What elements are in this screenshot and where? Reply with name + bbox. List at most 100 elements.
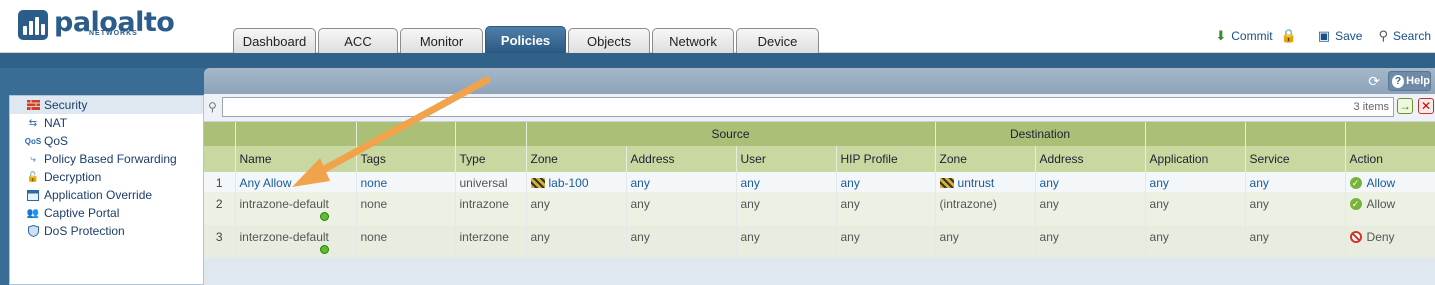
tags-value[interactable]: none [361, 176, 388, 190]
sidebar-item-dos-protection[interactable]: DoS Protection [10, 222, 203, 240]
group-header-destination: Destination [935, 122, 1146, 146]
application-cell: any [1145, 225, 1246, 258]
column-header-type[interactable]: Type [455, 146, 527, 172]
tags-cell: none [356, 172, 456, 192]
deny-icon [1349, 231, 1362, 243]
policies-sidebar: Security ⇆ NAT QoS QoS ⤷ Policy Based Fo… [9, 95, 204, 285]
destination-address-value[interactable]: any [1040, 176, 1059, 190]
column-header-service[interactable]: Service [1245, 146, 1346, 172]
clear-filter-button[interactable]: ✕ [1418, 98, 1434, 114]
commit-button[interactable]: ⬇ Commit 🔒 [1215, 28, 1301, 44]
group-header-empty [1145, 122, 1246, 146]
group-header-empty [1345, 122, 1435, 146]
refresh-icon[interactable]: ⟳ [1368, 73, 1380, 90]
column-header-source-zone[interactable]: Zone [526, 146, 627, 172]
sidebar-item-application-override[interactable]: Application Override [10, 186, 203, 204]
type-cell: universal [455, 172, 527, 192]
action-value: Deny [1366, 230, 1395, 244]
lock-icon[interactable]: 🔒 [1281, 28, 1297, 44]
sidebar-item-policy-based-forwarding[interactable]: ⤷ Policy Based Forwarding [10, 150, 203, 168]
source-address-value[interactable]: any [631, 176, 650, 190]
tab-policies[interactable]: Policies [485, 26, 566, 53]
tab-monitor[interactable]: Monitor [400, 28, 483, 53]
question-icon: ? [1392, 74, 1405, 88]
tab-objects[interactable]: Objects [568, 28, 650, 53]
commit-label: Commit [1231, 29, 1273, 43]
sidebar-item-decryption[interactable]: 🔓 Decryption [10, 168, 203, 186]
user-cell: any [736, 225, 837, 258]
arrow-right-icon: → [1399, 99, 1411, 113]
column-header-destination-zone[interactable]: Zone [935, 146, 1036, 172]
column-header-row: Name Tags Type Zone Address User HIP Pro… [204, 146, 1435, 172]
row-number: 3 [204, 225, 236, 258]
column-header-user[interactable]: User [736, 146, 837, 172]
apply-filter-button[interactable]: → [1397, 98, 1413, 114]
column-header-destination-address[interactable]: Address [1035, 146, 1146, 172]
lock-icon: 🔓 [26, 171, 40, 183]
sidebar-item-label: NAT [44, 116, 68, 130]
application-value[interactable]: any [1150, 176, 1169, 190]
help-button[interactable]: ? Help [1388, 71, 1431, 91]
close-icon: ✕ [1420, 99, 1432, 113]
destination-address-cell: any [1035, 172, 1146, 192]
user-value[interactable]: any [741, 176, 760, 190]
application-cell: any [1145, 192, 1246, 225]
destination-address-cell: any [1035, 192, 1146, 225]
hip-profile-cell: any [836, 225, 936, 258]
hip-profile-cell: any [836, 172, 936, 192]
column-header-name[interactable]: Name [235, 146, 357, 172]
search-button[interactable]: ⚲ Search [1378, 28, 1431, 44]
check-icon: ✓ [1349, 177, 1362, 189]
rule-name-value[interactable]: interzone-default [240, 230, 329, 244]
search-label: Search [1392, 29, 1431, 43]
sidebar-item-security[interactable]: Security [10, 96, 203, 114]
rule-name-value[interactable]: intrazone-default [240, 197, 329, 211]
group-header-empty [455, 122, 527, 146]
service-cell: any [1245, 225, 1346, 258]
group-header-empty [204, 122, 236, 146]
action-value[interactable]: Allow [1367, 176, 1396, 190]
sidebar-item-qos[interactable]: QoS QoS [10, 132, 203, 150]
destination-zone-value[interactable]: untrust [958, 176, 995, 190]
column-header-application[interactable]: Application [1145, 146, 1246, 172]
source-zone-cell: any [526, 192, 627, 225]
service-value[interactable]: any [1250, 176, 1269, 190]
source-zone-value[interactable]: lab-100 [549, 176, 589, 190]
column-header-tags[interactable]: Tags [356, 146, 456, 172]
filter-input[interactable]: 3 items [222, 97, 1394, 117]
sidebar-item-label: Security [44, 98, 88, 112]
column-header-source-address[interactable]: Address [626, 146, 737, 172]
column-header-hip-profile[interactable]: HIP Profile [836, 146, 936, 172]
table-row[interactable]: 1 Any Allow none universal lab-100 any a… [204, 172, 1435, 192]
save-button[interactable]: ▣ Save [1318, 28, 1363, 44]
tab-acc[interactable]: ACC [318, 28, 398, 53]
tab-network[interactable]: Network [652, 28, 734, 53]
column-header-action[interactable]: Action [1345, 146, 1435, 172]
security-rules-table: Source Destination Name Tags Type Zone A… [204, 122, 1435, 258]
tab-dashboard[interactable]: Dashboard [233, 28, 316, 53]
app-override-icon [26, 189, 40, 201]
help-label: Help [1406, 75, 1430, 87]
table-row[interactable]: 3 interzone-default none interzone any a… [204, 225, 1435, 258]
sidebar-item-nat[interactable]: ⇆ NAT [10, 114, 203, 132]
hip-profile-value[interactable]: any [841, 176, 860, 190]
table-row[interactable]: 2 intrazone-default none intrazone any a… [204, 192, 1435, 225]
rule-name-cell: interzone-default [235, 225, 357, 258]
application-cell: any [1145, 172, 1246, 192]
sidebar-item-captive-portal[interactable]: 👥 Captive Portal [10, 204, 203, 222]
service-cell: any [1245, 192, 1346, 225]
gear-icon [319, 245, 329, 254]
gear-icon [319, 212, 329, 221]
save-label: Save [1335, 29, 1363, 43]
tab-device[interactable]: Device [736, 28, 819, 53]
rule-name-link[interactable]: Any Allow [240, 176, 292, 190]
group-header-empty [235, 122, 357, 146]
firewall-icon [26, 99, 40, 111]
hip-profile-cell: any [836, 192, 936, 225]
source-zone-cell: any [526, 225, 627, 258]
sidebar-item-label: Decryption [44, 170, 102, 184]
forwarding-icon: ⤷ [30, 153, 36, 165]
filter-bar: ⚲ 3 items → ✕ [204, 94, 1435, 122]
sidebar-item-label: Policy Based Forwarding [44, 152, 177, 166]
main-tabs: Dashboard ACC Monitor Policies Objects N… [233, 26, 821, 53]
